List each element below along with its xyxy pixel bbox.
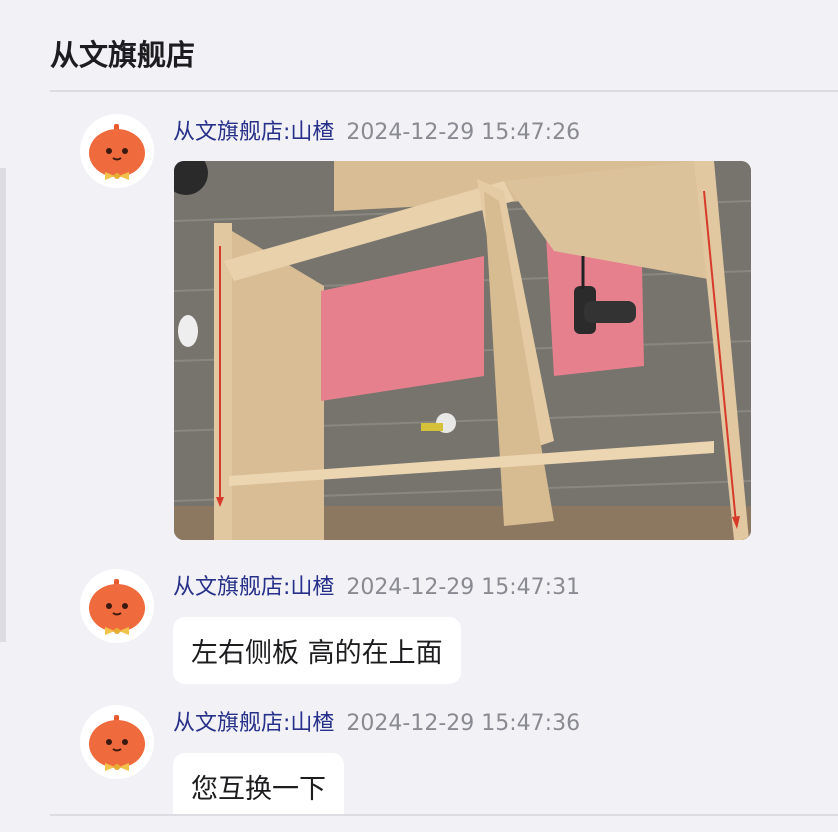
shelf-assembly-photo [174, 161, 751, 540]
orange-mascot-avatar-icon [89, 715, 145, 771]
sender-name[interactable]: 从文旗舰店:山楂 [173, 120, 334, 145]
input-divider [50, 814, 838, 816]
message-meta: 从文旗舰店:山楂 2024-12-29 15:47:31 [173, 569, 580, 601]
chat-header: 从文旗舰店 [50, 0, 838, 92]
orange-mascot-avatar-icon [89, 124, 145, 180]
shop-title: 从文旗舰店 [50, 38, 196, 72]
message-time: 2024-12-29 15:47:36 [346, 711, 581, 736]
avatar[interactable] [80, 705, 154, 779]
sender-name[interactable]: 从文旗舰店:山楂 [173, 575, 334, 600]
orange-mascot-avatar-icon [89, 579, 145, 635]
message-bubble[interactable]: 左右侧板 高的在上面 [173, 617, 461, 684]
avatar[interactable] [80, 114, 154, 188]
scrollbar-track[interactable] [0, 168, 6, 642]
sender-name[interactable]: 从文旗舰店:山楂 [173, 711, 334, 736]
message-meta: 从文旗舰店:山楂 2024-12-29 15:47:26 [173, 114, 580, 146]
message-image[interactable] [174, 161, 751, 540]
avatar[interactable] [80, 569, 154, 643]
message-time: 2024-12-29 15:47:26 [346, 120, 581, 145]
message-meta: 从文旗舰店:山楂 2024-12-29 15:47:36 [173, 705, 580, 737]
message-bubble[interactable]: 您互换一下 [173, 753, 344, 815]
message-time: 2024-12-29 15:47:31 [346, 575, 581, 600]
